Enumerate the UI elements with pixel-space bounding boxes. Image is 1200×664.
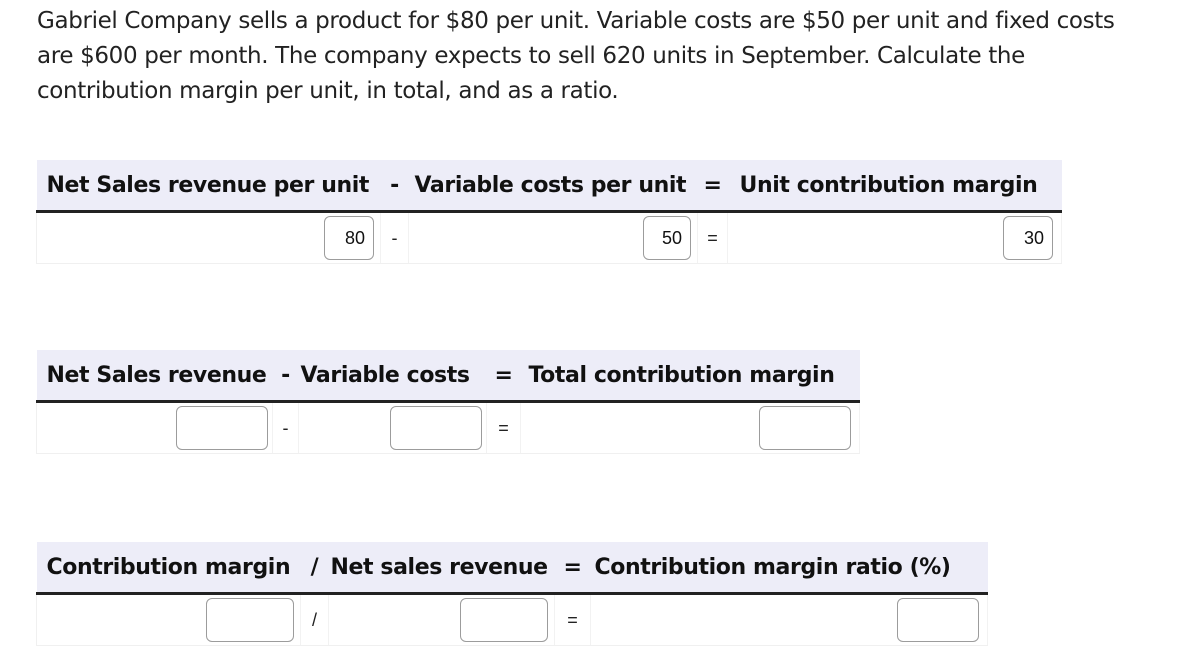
header-net-sales-revenue: Net sales revenue xyxy=(328,542,555,595)
equals-operator: = xyxy=(554,593,591,646)
net-sales-revenue-per-unit-input[interactable] xyxy=(324,216,374,260)
table-row: / = xyxy=(36,593,988,646)
total-contribution-margin-table: Net Sales revenue - Variable costs = Tot… xyxy=(36,350,860,454)
total-contribution-margin-cell xyxy=(520,401,860,454)
header-equals-operator: = xyxy=(554,542,591,595)
header-equals-operator: = xyxy=(697,160,728,213)
header-divide-operator: / xyxy=(300,542,329,595)
question-text: Gabriel Company sells a product for $80 … xyxy=(37,8,1115,104)
header-minus-operator: - xyxy=(272,350,299,403)
variable-costs-cell xyxy=(298,401,487,454)
header-net-sales-revenue-per-unit: Net Sales revenue per unit xyxy=(36,160,381,213)
net-sales-revenue-cell xyxy=(36,401,273,454)
table-row: - = xyxy=(36,211,1062,264)
unit-contribution-margin-input[interactable] xyxy=(1003,216,1053,260)
header-total-contribution-margin: Total contribution margin xyxy=(520,350,860,403)
table-header-row: Contribution margin / Net sales revenue … xyxy=(36,542,988,595)
table-header-row: Net Sales revenue - Variable costs = Tot… xyxy=(36,350,860,403)
variable-costs-input[interactable] xyxy=(390,406,482,450)
header-variable-costs-per-unit: Variable costs per unit xyxy=(408,160,698,213)
contribution-margin-input[interactable] xyxy=(206,598,294,642)
divide-operator: / xyxy=(300,593,329,646)
contribution-margin-ratio-input[interactable] xyxy=(897,598,979,642)
equals-operator: = xyxy=(486,401,521,454)
minus-operator: - xyxy=(272,401,299,454)
net-sales-revenue-per-unit-cell xyxy=(36,211,381,264)
header-minus-operator: - xyxy=(380,160,409,213)
contribution-margin-ratio-cell xyxy=(590,593,988,646)
net-sales-revenue-cell xyxy=(328,593,555,646)
header-variable-costs: Variable costs xyxy=(298,350,487,403)
minus-operator: - xyxy=(380,211,409,264)
unit-contribution-margin-cell xyxy=(727,211,1062,264)
equals-operator: = xyxy=(697,211,728,264)
variable-costs-per-unit-cell xyxy=(408,211,698,264)
header-contribution-margin-ratio: Contribution margin ratio (%) xyxy=(590,542,988,595)
total-contribution-margin-input[interactable] xyxy=(759,406,851,450)
header-equals-operator: = xyxy=(486,350,521,403)
table-header-row: Net Sales revenue per unit - Variable co… xyxy=(36,160,1062,213)
unit-contribution-margin-table: Net Sales revenue per unit - Variable co… xyxy=(36,160,1062,264)
header-contribution-margin: Contribution margin xyxy=(36,542,301,595)
header-net-sales-revenue: Net Sales revenue xyxy=(36,350,273,403)
table-row: - = xyxy=(36,401,860,454)
header-unit-contribution-margin: Unit contribution margin xyxy=(727,160,1062,213)
contribution-margin-cell xyxy=(36,593,301,646)
net-sales-revenue-input[interactable] xyxy=(460,598,548,642)
net-sales-revenue-input[interactable] xyxy=(176,406,268,450)
contribution-margin-ratio-table: Contribution margin / Net sales revenue … xyxy=(36,542,988,646)
variable-costs-per-unit-input[interactable] xyxy=(643,216,691,260)
